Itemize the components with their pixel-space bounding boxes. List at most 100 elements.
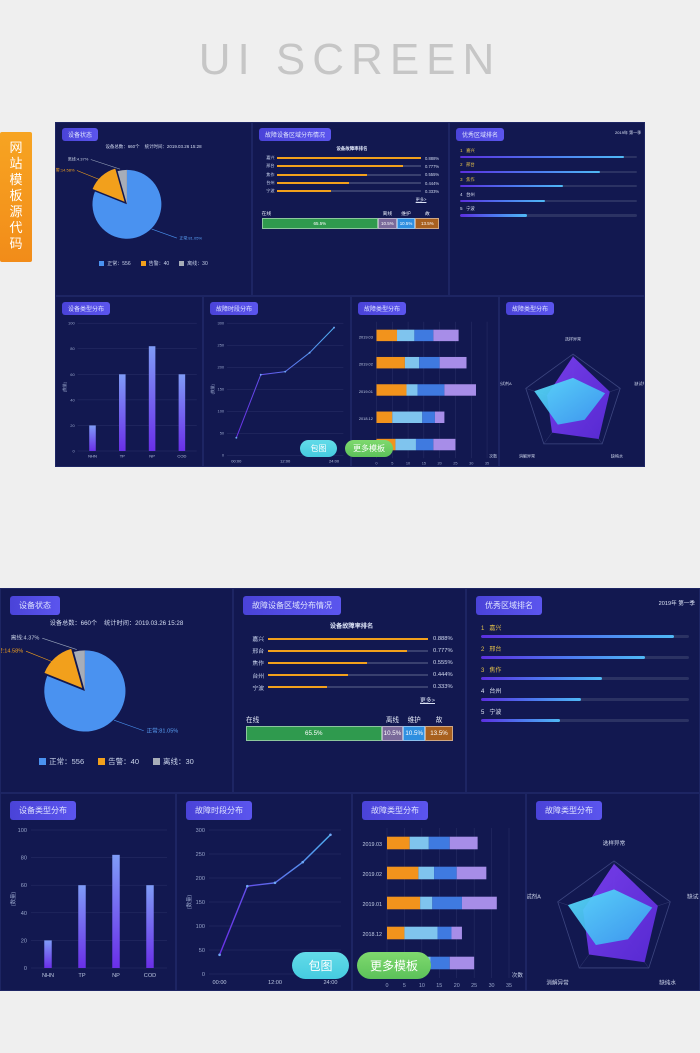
svg-text:选样异常: 选样异常 bbox=[603, 839, 626, 847]
area-ranking-list: 1 嘉兴 2 邢台 3 焦作 4 台州 5 宁波 bbox=[467, 615, 699, 722]
legend-swatch bbox=[39, 758, 47, 765]
svg-text:消解异常: 消解异常 bbox=[519, 452, 535, 458]
ranking-item: 1 嘉兴 bbox=[460, 148, 637, 159]
fault-rank-track bbox=[277, 190, 422, 193]
ranking-item-label: 1 嘉兴 bbox=[460, 148, 637, 154]
fault-type-radar-chart: 选样异常缺试剂B 缺纯水 消解异常 缺试剂A bbox=[527, 839, 699, 986]
fault-rank-track bbox=[277, 173, 422, 176]
ranking-number: 4 bbox=[460, 191, 463, 197]
legend-label: 离线：30 bbox=[187, 261, 208, 268]
fault-rank-value: 0.333% bbox=[424, 188, 440, 194]
area-ranking-list: 1 嘉兴 2 邢台 3 焦作 4 台州 5 宁波 bbox=[450, 142, 644, 217]
area-ranking-tab[interactable]: 优秀区域排名 bbox=[456, 128, 505, 141]
fault-type-bar-tab[interactable]: 故障类型分布 bbox=[358, 302, 407, 315]
fault-rank-region: 焦作 bbox=[266, 171, 275, 177]
ranking-progress-fill bbox=[481, 698, 581, 701]
device-type-distribution-tab[interactable]: 设备类型分布 bbox=[10, 801, 76, 820]
ranking-item-label: 4 台州 bbox=[481, 686, 689, 695]
svg-text:25: 25 bbox=[471, 983, 477, 989]
baotu-button-preview[interactable]: 包图 bbox=[300, 440, 337, 457]
fault-rank-row: 台州 0.444% bbox=[248, 671, 455, 680]
fault-rank-fill bbox=[268, 686, 328, 689]
dashboard-row-top: 设备状态 设备总数：660个 统计时间：2019.03.26 15:28 离线:4.3… bbox=[0, 588, 700, 793]
fault-time-distribution-tab[interactable]: 故障时段分布 bbox=[186, 801, 252, 820]
status-segment-1: 10.5% bbox=[381, 725, 404, 741]
status-segment-3: 13.5% bbox=[425, 725, 453, 741]
status-segmented-bar: 在线 离线 维护故 65.5% 10.5% 10.5% 13.5% bbox=[246, 714, 453, 741]
ranking-number: 2 bbox=[481, 647, 485, 653]
svg-text:2019.01: 2019.01 bbox=[359, 389, 373, 394]
svg-text:0: 0 bbox=[72, 448, 75, 453]
ranking-item: 1 嘉兴 bbox=[481, 623, 689, 638]
fault-rank-title: 设备故障率排名 bbox=[336, 146, 368, 152]
ranking-region-name: 邢台 bbox=[466, 162, 475, 168]
fault-rank-fill bbox=[277, 157, 422, 160]
svg-text:2019.03: 2019.03 bbox=[359, 334, 373, 339]
device-type-distribution-tab[interactable]: 设备类型分布 bbox=[62, 302, 111, 315]
svg-text:00:00: 00:00 bbox=[213, 980, 227, 986]
ranking-item-label: 2 邢台 bbox=[460, 162, 637, 168]
statistics-time-label: 统计时间：2019.03.26 15:28 bbox=[104, 620, 184, 627]
svg-text:正常:81.05%: 正常:81.05% bbox=[147, 726, 179, 734]
fault-rank-track bbox=[268, 661, 428, 664]
svg-text:NHN: NHN bbox=[88, 453, 97, 458]
device-status-tab[interactable]: 设备状态 bbox=[62, 128, 99, 141]
side-badge-char: 代 bbox=[9, 220, 23, 235]
svg-text:缺试剂A: 缺试剂A bbox=[500, 380, 512, 386]
baotu-button[interactable]: 包图 bbox=[292, 952, 349, 979]
more-templates-button[interactable]: 更多模板 bbox=[357, 952, 431, 979]
status-label-1: 离线 bbox=[385, 716, 400, 724]
more-link[interactable]: 更多> bbox=[263, 197, 441, 203]
ranking-number: 3 bbox=[460, 177, 463, 182]
device-status-pie-chart: 离线:4.37% 告警:14.58% 正常:81.05% bbox=[1, 633, 179, 734]
legend-label: 正常：556 bbox=[107, 261, 131, 268]
svg-text:30: 30 bbox=[489, 983, 495, 989]
fault-rank-region: 邢台 bbox=[252, 649, 264, 656]
ranking-number: 5 bbox=[481, 710, 485, 716]
device-type-bar-chart: 0 20 40 60 80 100 (数量) NHN TP NP COD bbox=[9, 828, 167, 979]
fault-rank-region: 宁波 bbox=[266, 188, 275, 194]
more-templates-button-preview[interactable]: 更多模板 bbox=[345, 440, 393, 457]
fault-type-radar-tab[interactable]: 故障类型分布 bbox=[536, 801, 602, 820]
svg-text:NP: NP bbox=[112, 973, 120, 979]
side-badge-char: 源 bbox=[9, 204, 23, 219]
fault-rank-value: 0.777% bbox=[424, 163, 440, 169]
status-segmented-bar: 在线 离线 维护故 65.5% 10.5% 10.5% 13.5% bbox=[261, 210, 440, 230]
device-status-tab[interactable]: 设备状态 bbox=[10, 596, 60, 615]
fault-rank-title: 设备故障率排名 bbox=[329, 623, 374, 630]
area-ranking-panel: 优秀区域排名 2019年 第一季 1 嘉兴 2 邢台 3 焦作 4 台州 5 宁波 bbox=[449, 122, 645, 296]
svg-text:50: 50 bbox=[220, 431, 225, 436]
status-bar-labels: 在线 离线 维护 故 bbox=[246, 714, 453, 724]
svg-text:缺纯水: 缺纯水 bbox=[659, 978, 676, 986]
fault-rank-list: 设备故障率排名 嘉兴 0.888% 邢台 0.777% 焦作 0.555% 台州 0.444% 宁… bbox=[253, 142, 448, 203]
svg-text:200: 200 bbox=[217, 365, 224, 370]
fault-time-distribution-tab[interactable]: 故障时段分布 bbox=[210, 302, 259, 315]
fault-type-radar-tab[interactable]: 故障类型分布 bbox=[506, 302, 555, 315]
ranking-item: 2 邢台 bbox=[481, 644, 689, 659]
fault-type-bar-tab[interactable]: 故障类型分布 bbox=[362, 801, 428, 820]
legend-item: 离线：30 bbox=[153, 756, 194, 767]
svg-text:100: 100 bbox=[68, 321, 75, 326]
area-ranking-tab[interactable]: 优秀区域排名 bbox=[476, 596, 542, 615]
status-segment-3: 13.5% bbox=[415, 218, 440, 230]
fault-area-distribution-tab[interactable]: 故障设备区域分布情况 bbox=[259, 128, 332, 141]
device-type-distribution-panel: 设备类型分布020406080100(数量)NHNTPNPCOD本周数据本月数据 bbox=[0, 793, 176, 991]
svg-text:10: 10 bbox=[406, 461, 410, 466]
fault-area-distribution-tab[interactable]: 故障设备区域分布情况 bbox=[243, 596, 341, 615]
svg-text:离线:4.37%: 离线:4.37% bbox=[11, 633, 40, 641]
ranking-item: 4 台州 bbox=[460, 192, 637, 202]
svg-text:250: 250 bbox=[217, 343, 224, 348]
ranking-item: 3 焦作 bbox=[481, 665, 689, 680]
side-badge-char: 板 bbox=[9, 188, 23, 203]
svg-text:40: 40 bbox=[70, 397, 75, 402]
svg-text:离线:4.37%: 离线:4.37% bbox=[68, 156, 89, 162]
more-link[interactable]: 更多> bbox=[248, 695, 455, 704]
fault-rank-fill bbox=[268, 637, 428, 640]
ranking-region-name: 嘉兴 bbox=[489, 626, 502, 632]
svg-text:35: 35 bbox=[506, 983, 512, 989]
ranking-number: 1 bbox=[460, 147, 463, 153]
legend-item: 正常：556 bbox=[39, 756, 84, 767]
ranking-progress-fill bbox=[460, 185, 563, 188]
svg-text:0: 0 bbox=[202, 972, 205, 978]
status-segment-1: 10.5% bbox=[378, 218, 397, 230]
